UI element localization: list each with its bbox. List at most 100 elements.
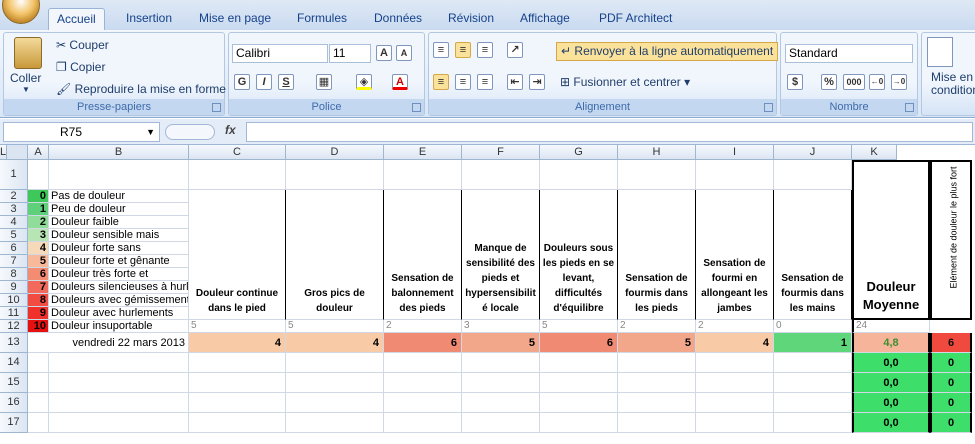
cell[interactable] (462, 373, 540, 393)
header-l[interactable]: Elément de douleur le plus fort (949, 166, 960, 290)
formula-input[interactable] (246, 122, 973, 142)
borders-icon[interactable]: ▦ (316, 74, 332, 90)
max-pain[interactable]: 6 (930, 333, 972, 353)
score-j[interactable]: 1 (774, 333, 852, 353)
align-right-icon[interactable]: ≡ (477, 74, 493, 90)
cell[interactable] (540, 373, 618, 393)
score-d[interactable]: 4 (286, 333, 384, 353)
scale-level[interactable]: 6 (28, 268, 49, 281)
cut-button[interactable]: ✂ Couper (56, 38, 109, 52)
cell[interactable] (618, 413, 696, 433)
scale-label[interactable]: Douleur très forte et (49, 268, 189, 281)
row12-j[interactable]: 0 (774, 320, 852, 333)
scale-level[interactable]: 5 (28, 255, 49, 268)
tab-insertion[interactable]: Insertion (118, 8, 180, 30)
column-header-b[interactable]: B (49, 145, 189, 160)
tab-revision[interactable]: Révision (440, 8, 502, 30)
paste-button[interactable]: Coller ▼ (10, 37, 42, 94)
tab-accueil[interactable]: Accueil (48, 8, 105, 30)
column-header-a[interactable]: A (28, 145, 49, 160)
increase-indent-icon[interactable]: ⇥ (529, 74, 545, 90)
scale-label[interactable]: Douleur forte et gênante (49, 255, 189, 268)
cell[interactable] (49, 413, 189, 433)
column-header-i[interactable]: I (696, 145, 774, 160)
thousands-button[interactable]: 000 (843, 74, 865, 90)
cell[interactable] (49, 353, 189, 373)
scale-level[interactable]: 4 (28, 242, 49, 255)
align-center-icon[interactable]: ≡ (455, 74, 471, 90)
wrap-text-button[interactable]: ↵ Renvoyer à la ligne automatiquement (556, 42, 779, 61)
score-i[interactable]: 4 (696, 333, 774, 353)
cell[interactable] (774, 160, 852, 190)
cell[interactable] (696, 373, 774, 393)
row-header-4[interactable]: 4 (0, 216, 28, 229)
score-h[interactable]: 5 (618, 333, 696, 353)
cell[interactable] (384, 393, 462, 413)
font-name-select[interactable]: Calibri (232, 44, 328, 63)
tab-donnees[interactable]: Données (366, 8, 430, 30)
scale-label[interactable]: Douleur sensible mais (49, 229, 189, 242)
cell[interactable] (28, 160, 49, 190)
score-c[interactable]: 4 (189, 333, 286, 353)
row-header-14[interactable]: 14 (0, 353, 28, 373)
header-k[interactable]: Douleur Moyenne (852, 160, 930, 320)
max-pain[interactable]: 0 (930, 353, 972, 373)
cell[interactable] (28, 353, 49, 373)
tab-pdf-architect[interactable]: PDF Architect (591, 8, 680, 30)
tab-formules[interactable]: Formules (289, 8, 355, 30)
cell[interactable] (462, 393, 540, 413)
row12-f[interactable]: 3 (462, 320, 540, 333)
dialog-launcher-icon[interactable] (412, 103, 421, 112)
cell[interactable] (774, 373, 852, 393)
scale-label[interactable]: Douleur forte sans (49, 242, 189, 255)
align-bottom-icon[interactable]: ≡ (477, 42, 493, 58)
dialog-launcher-icon[interactable] (905, 103, 914, 112)
score-e[interactable]: 6 (384, 333, 462, 353)
fx-icon[interactable]: fx (225, 123, 236, 137)
row-header-7[interactable]: 7 (0, 255, 28, 268)
number-format-select[interactable]: Standard (785, 44, 913, 63)
cell[interactable] (384, 353, 462, 373)
cell[interactable] (28, 373, 49, 393)
row-header-8[interactable]: 8 (0, 268, 28, 281)
column-header-f[interactable]: F (462, 145, 540, 160)
cell[interactable] (618, 393, 696, 413)
score-g[interactable]: 6 (540, 333, 618, 353)
header-f[interactable]: Manque de sensibilité des pieds et hyper… (462, 190, 540, 320)
row12-c[interactable]: 5 (189, 320, 286, 333)
tab-mise-en-page[interactable]: Mise en page (191, 8, 279, 30)
cell[interactable] (189, 160, 286, 190)
decrease-indent-icon[interactable]: ⇤ (507, 74, 523, 90)
dialog-launcher-icon[interactable] (764, 103, 773, 112)
cell[interactable] (618, 353, 696, 373)
cell[interactable] (696, 393, 774, 413)
cell[interactable] (49, 373, 189, 393)
column-header-d[interactable]: D (286, 145, 384, 160)
cell[interactable] (618, 160, 696, 190)
cell[interactable] (462, 413, 540, 433)
row-header-12[interactable]: 12 (0, 320, 28, 333)
decrease-decimal-icon[interactable]: →0 (891, 74, 907, 90)
scale-level[interactable]: 3 (28, 229, 49, 242)
scale-label[interactable]: Pas de douleur (49, 190, 189, 203)
header-d[interactable]: Gros pics de douleur (286, 190, 384, 320)
italic-button[interactable]: I (256, 74, 272, 90)
row12-e[interactable]: 2 (384, 320, 462, 333)
header-e[interactable]: Sensation de balonnement des pieds (384, 190, 462, 320)
cell[interactable] (189, 413, 286, 433)
average-pain[interactable]: 4,8 (852, 333, 930, 353)
max-pain[interactable]: 0 (930, 373, 972, 393)
header-i[interactable]: Sensation de fourmi en allongeant les ja… (696, 190, 774, 320)
scale-label[interactable]: Peu de douleur (49, 203, 189, 216)
font-color-icon[interactable]: A (392, 74, 408, 90)
cell[interactable] (286, 393, 384, 413)
cell[interactable] (774, 413, 852, 433)
format-painter-button[interactable]: 🖌 Reproduire la mise en forme (56, 82, 226, 96)
scale-level[interactable]: 8 (28, 294, 49, 307)
scale-label[interactable]: Douleur avec hurlements (49, 307, 189, 320)
scale-level[interactable]: 0 (28, 190, 49, 203)
cell[interactable] (286, 413, 384, 433)
row-header-5[interactable]: 5 (0, 229, 28, 242)
date-cell[interactable]: vendredi 22 mars 2013 (28, 333, 189, 353)
cell[interactable] (540, 160, 618, 190)
